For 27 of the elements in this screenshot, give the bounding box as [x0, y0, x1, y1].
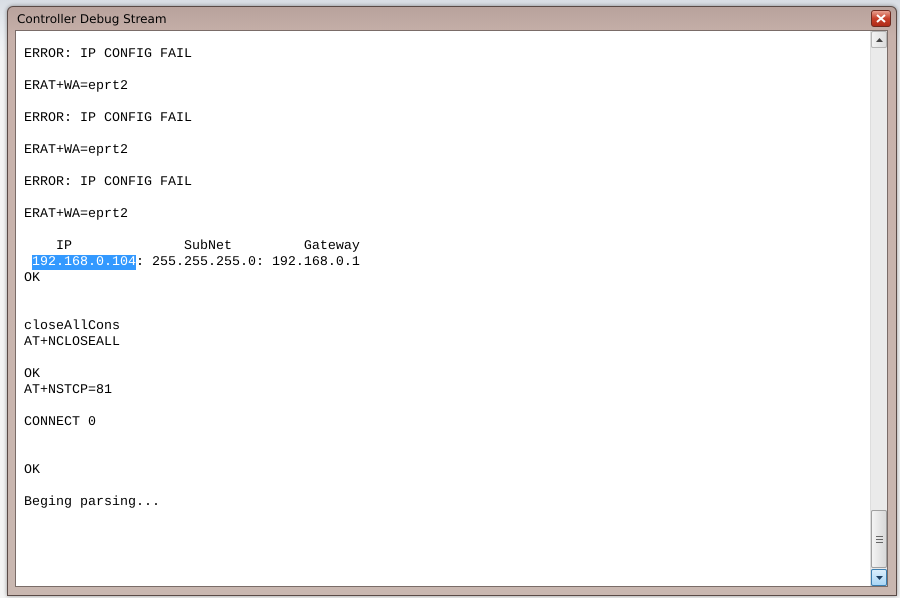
close-icon [876, 14, 886, 23]
log-line: OK [24, 367, 40, 382]
log-line: Beging parsing... [24, 495, 160, 510]
up-arrow-icon [876, 38, 882, 42]
close-button[interactable] [871, 10, 891, 27]
log-line: ERAT+WA=eprt2 [24, 79, 128, 94]
log-line: CONNECT 0 [24, 415, 96, 430]
scrollbar[interactable] [870, 31, 887, 586]
scroll-down-button[interactable] [871, 569, 887, 586]
log-line: AT+NSTCP=81 [24, 383, 112, 398]
log-line: closeAllCons [24, 319, 120, 334]
log-line: ERAT+WA=eprt2 [24, 143, 128, 158]
log-line: AT+NCLOSEALL [24, 335, 120, 350]
selected-text: 192.168.0.104 [32, 255, 136, 270]
scroll-thumb[interactable] [871, 510, 887, 568]
down-arrow-icon [876, 576, 882, 580]
log-line: ERROR: IP CONFIG FAIL [24, 175, 192, 190]
log-line: ERROR: IP CONFIG FAIL [24, 111, 192, 126]
log-line: OK [24, 463, 40, 478]
grip-icon [876, 536, 882, 542]
log-text: : 255.255.255.0: 192.168.0.1 [136, 255, 360, 270]
scroll-up-button[interactable] [871, 31, 887, 48]
log-line: ERAT+WA=eprt2 [24, 207, 128, 222]
log-line: OK [24, 271, 40, 286]
window-title: Controller Debug Stream [16, 10, 167, 28]
log-line: ERROR: IP CONFIG FAIL [24, 47, 192, 62]
log-line: IP SubNet Gateway [54, 239, 360, 254]
